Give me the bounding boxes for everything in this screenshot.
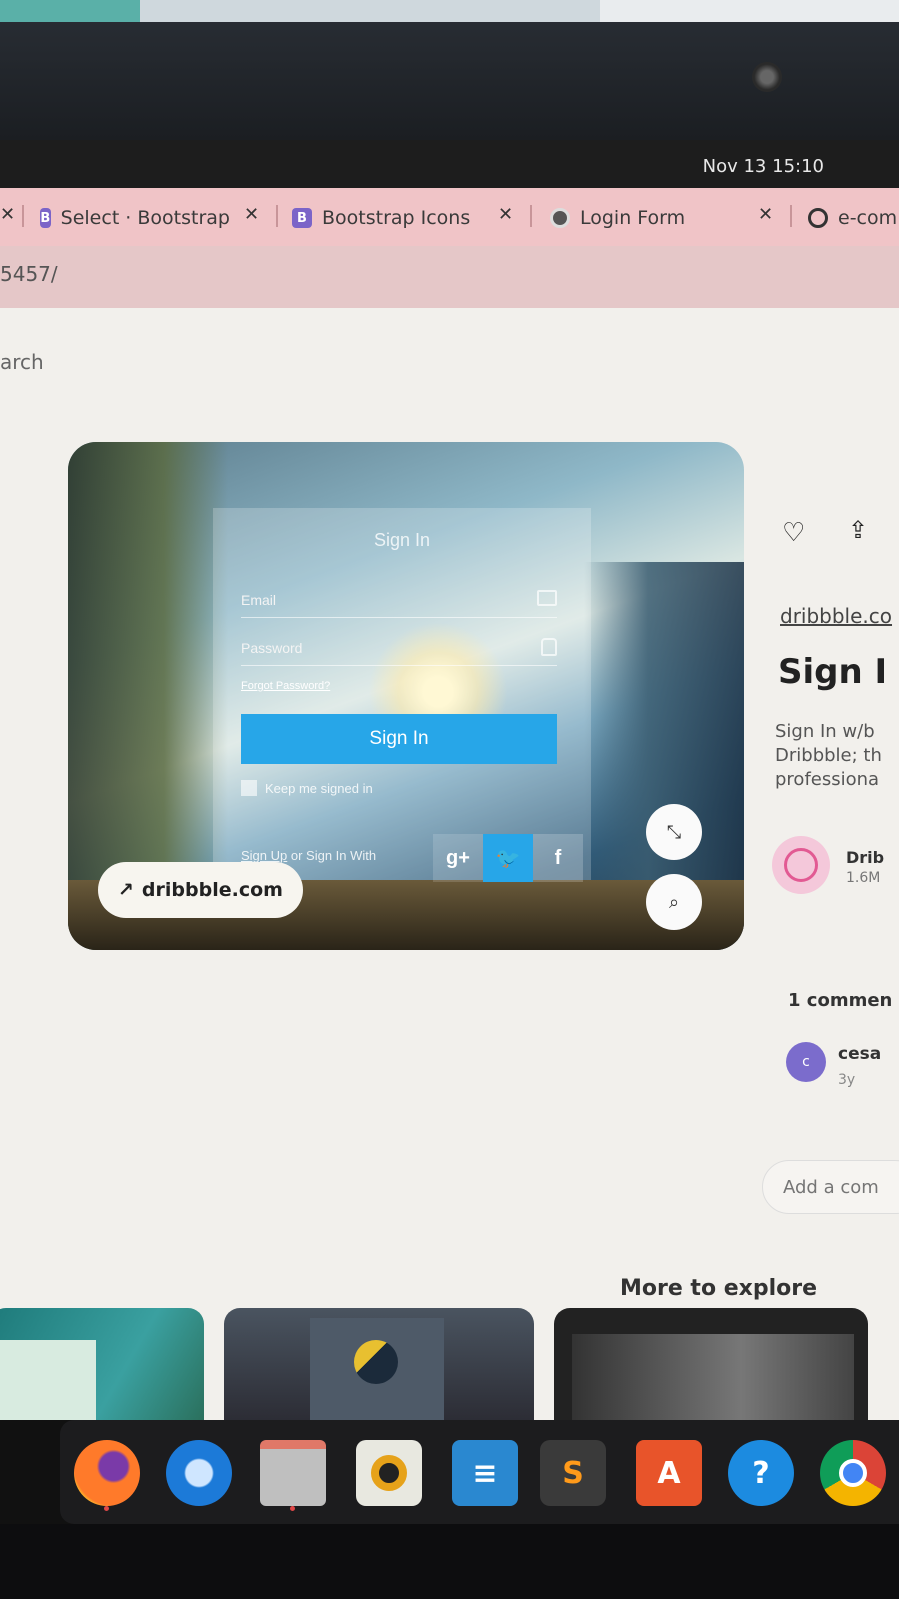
software-store-icon[interactable]: A (636, 1440, 702, 1506)
signup-row: Sign Up or Sign In With (241, 848, 376, 863)
twitter-icon: 🐦 (483, 834, 533, 882)
sign-up-link: Sign Up (241, 848, 288, 863)
password-field: Password (241, 632, 557, 666)
tab-label: Login Form (580, 207, 686, 229)
login-form-preview: Sign In Email Password Forgot Password? … (213, 508, 591, 882)
more-to-explore-heading: More to explore (620, 1276, 818, 1301)
lock-icon (541, 638, 557, 656)
tab-label: Select · Bootstrap (60, 207, 230, 229)
facebook-icon: f (533, 834, 583, 882)
rhythmbox-icon[interactable] (356, 1440, 422, 1506)
tab-separator (790, 205, 792, 227)
share-icon[interactable]: ⇪ (848, 516, 868, 544)
keep-signed-in: Keep me signed in (241, 780, 373, 796)
envelope-icon (537, 590, 557, 606)
bootstrap-icon: B (292, 208, 312, 228)
search-field[interactable]: arch (0, 350, 44, 374)
bootstrap-icon: B (40, 208, 51, 228)
password-label: Password (241, 640, 303, 656)
tab-label: Bootstrap Icons (322, 207, 471, 229)
clock-time: 15:10 (772, 156, 824, 177)
tab-separator (22, 205, 24, 227)
dribbble-avatar[interactable] (772, 836, 830, 894)
clock[interactable]: Nov 13 15:10 (703, 156, 824, 177)
tab-bootstrap-icons[interactable]: B Bootstrap Icons (292, 200, 476, 236)
shot-description: Sign In w/b Dribbble; th professiona (775, 720, 899, 792)
close-icon[interactable]: ✕ (244, 204, 259, 225)
url-text[interactable]: 5457/ (0, 262, 58, 286)
expand-icon[interactable]: ⤡ (646, 804, 702, 860)
github-icon (808, 208, 828, 228)
tab-e-com[interactable]: e-com (808, 200, 899, 236)
source-pill-label: dribbble.com (141, 879, 283, 901)
laptop-bezel-bottom (0, 1524, 899, 1599)
description-line: Sign In w/b (775, 721, 875, 742)
comments-heading: 1 commen (788, 990, 893, 1011)
address-bar[interactable] (0, 246, 899, 308)
tab-label: e-com (838, 207, 898, 229)
chrome-center (839, 1459, 867, 1487)
comment-input[interactable] (762, 1160, 899, 1214)
dribbble-icon (784, 848, 818, 882)
running-indicator (290, 1506, 295, 1511)
form-title: Sign In (373, 530, 431, 550)
explore-thumbnail[interactable] (224, 1308, 534, 1420)
commenter-name[interactable]: cesa (838, 1044, 881, 1064)
heart-icon[interactable]: ♡ (782, 518, 805, 548)
shot-image[interactable]: Sign In Email Password Forgot Password? … (68, 442, 744, 950)
firefox-icon[interactable] (74, 1440, 140, 1506)
close-icon[interactable]: ✕ (498, 204, 513, 225)
sign-in-button: Sign In (241, 714, 557, 764)
tab-login-form[interactable]: Login Form (550, 200, 750, 236)
commenter-avatar[interactable]: c (786, 1042, 826, 1082)
explore-thumbnail[interactable] (0, 1308, 204, 1420)
source-pill[interactable]: ↗ dribbble.com (98, 862, 303, 918)
checkbox (241, 780, 257, 796)
chrome-icon[interactable] (820, 1440, 886, 1506)
source-link[interactable]: dribbble.co (780, 604, 892, 628)
running-indicator (104, 1506, 109, 1511)
description-line: Dribbble; th (775, 745, 882, 766)
speaker-icon (371, 1455, 407, 1491)
comment-time: 3y (838, 1072, 856, 1088)
forgot-password-link: Forgot Password? (241, 680, 331, 692)
files-icon[interactable] (260, 1440, 326, 1506)
writer-icon[interactable]: ≡ (452, 1440, 518, 1506)
sublime-icon[interactable]: S (540, 1440, 606, 1506)
arrow-up-right-icon: ↗ (118, 879, 134, 901)
help-icon[interactable]: ? (728, 1440, 794, 1506)
tab-separator (276, 205, 278, 227)
keep-label: Keep me signed in (265, 780, 373, 796)
google-plus-icon: g+ (433, 834, 483, 882)
thunderbird-icon[interactable] (166, 1440, 232, 1506)
page-content: arch Sign In Email Password Forgot Passw… (0, 308, 899, 1420)
globe-icon (550, 208, 570, 228)
ambient-light (0, 0, 899, 22)
or-sign-in-label: or Sign In With (290, 848, 377, 863)
close-icon[interactable]: ✕ (758, 204, 773, 225)
email-label: Email (241, 592, 277, 608)
tab-separator (530, 205, 532, 227)
visual-search-icon[interactable]: ⌕ (646, 874, 702, 930)
webcam-icon (752, 62, 782, 92)
thumbnail-preview (0, 1340, 96, 1420)
logo-orb (354, 1340, 398, 1384)
close-icon[interactable]: ✕ (0, 204, 15, 225)
description-line: professiona (775, 769, 880, 790)
tab-select-bootstrap[interactable]: B Select · Bootstrap (40, 200, 230, 236)
shot-title: Sign I (778, 652, 888, 692)
clock-date: Nov 13 (702, 156, 767, 177)
thumbnail-preview (572, 1334, 854, 1420)
author-name[interactable]: Drib (846, 848, 884, 867)
email-field: Email (241, 584, 557, 618)
explore-thumbnail[interactable] (554, 1308, 868, 1420)
author-followers: 1.6M (846, 870, 881, 886)
